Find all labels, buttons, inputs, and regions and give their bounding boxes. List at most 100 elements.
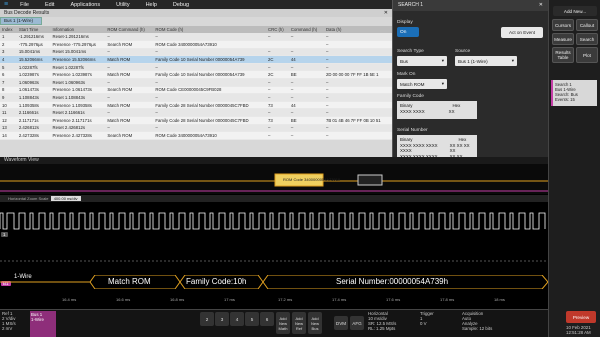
table-cell: – <box>323 101 392 110</box>
table-cell: – <box>288 86 324 95</box>
ch4-button[interactable]: 4 <box>230 312 244 326</box>
table-cell: – <box>265 93 289 102</box>
table-row[interactable]: 9 1.108843s Reset 1.108843s – – – – – <box>0 93 392 102</box>
table-cell: 1.108843s <box>16 93 51 102</box>
mark-on-select[interactable]: Match ROM ▾ <box>397 79 447 89</box>
table-row[interactable]: 7 1.060963s Reset 1.060963s – – – – – <box>0 78 392 87</box>
menu-debug[interactable]: Debug <box>165 2 197 8</box>
table-cell: – <box>288 48 324 57</box>
table-row[interactable]: 14 2.427328s Presence 2.427328s Search ROM R… <box>0 131 392 140</box>
col-header[interactable]: ROM Code (h) <box>153 26 266 33</box>
table-cell: 1.060963s <box>16 78 51 87</box>
bus-decode-results: Bus Decode Results ✕ Bus 1 (1-Wire) Index… <box>0 9 392 157</box>
ch3-button[interactable]: 3 <box>215 312 229 326</box>
add-math-button[interactable]: Add New Math <box>276 312 290 334</box>
menu-utility[interactable]: Utility <box>108 2 137 8</box>
bus-seg-text-2: Family Code:10h <box>186 277 247 286</box>
add-ref-button[interactable]: Add New Ref <box>292 312 306 334</box>
source-select[interactable]: Bus 1 (1-Wire) ▾ <box>455 56 517 66</box>
table-cell: – <box>105 63 154 72</box>
mark-on-label: Mark On <box>397 72 416 77</box>
acquisition-badge[interactable]: Acquisition Auto Analyze Sample: 12 bits <box>462 311 492 331</box>
col-header[interactable]: Index <box>0 26 17 33</box>
chevron-down-icon: ▾ <box>511 58 514 63</box>
menu-applications[interactable]: Applications <box>62 2 108 8</box>
preview-button[interactable]: Preview <box>566 311 596 323</box>
overview-pane[interactable]: ROM Code 3400000054A73910 <box>0 164 548 194</box>
decode-close-icon[interactable]: ✕ <box>384 9 388 17</box>
table-cell: – <box>265 131 289 140</box>
table-row[interactable]: 13 2.426812s Reset 2.426812s – – – – – <box>0 124 392 133</box>
table-cell: – <box>105 124 154 133</box>
table-cell: – <box>153 78 266 87</box>
plot-button[interactable]: Plot <box>576 47 598 63</box>
family-code-label: Family Code <box>397 94 424 99</box>
table-cell: – <box>288 78 324 87</box>
menu-edit[interactable]: Edit <box>37 2 62 8</box>
panel-close-icon[interactable]: ✕ <box>539 0 543 11</box>
table-cell: – <box>153 108 266 118</box>
source-label: Source <box>455 49 471 54</box>
table-cell: 3 <box>0 48 17 57</box>
col-header[interactable]: Data (h) <box>323 26 392 33</box>
display-toggle[interactable]: On <box>397 27 419 37</box>
menu-help[interactable]: Help <box>138 2 165 8</box>
search-button[interactable]: Search <box>576 33 598 45</box>
table-cell: – <box>288 124 324 133</box>
decode-bus-tab[interactable]: Bus 1 (1-Wire) <box>0 17 42 25</box>
time-axis: 16.4 ms 16.6 ms 16.8 ms 17 ms 17.2 ms 17.4 ms… <box>0 296 556 307</box>
afg-button[interactable]: AFG <box>350 316 364 330</box>
ch6-button[interactable]: 6 <box>260 312 274 326</box>
table-cell: 15.0041ms <box>16 48 51 57</box>
col-header[interactable]: ROM Command (h) <box>105 26 154 33</box>
table-row[interactable]: 6 1.023987s Presence 1.023987s Match ROM Fam… <box>0 70 392 80</box>
act-on-event-button[interactable]: Act on Event <box>501 27 543 38</box>
col-header[interactable]: Information <box>50 26 106 33</box>
table-row[interactable]: 2 -775.2976µs Presence -775.2976µs Search R… <box>0 40 392 49</box>
table-cell: – <box>105 33 154 42</box>
table-row[interactable]: 12 2.117171s Presence 2.117171s Match ROM Fa… <box>0 116 392 125</box>
table-row[interactable]: 11 2.116661s Reset 2.116661s – – – – – <box>0 108 392 118</box>
table-row[interactable]: 8 1.061473s Presence 1.061473s Search ROM RO… <box>0 86 392 95</box>
col-header[interactable]: CRC (h) <box>265 26 289 33</box>
table-cell: – <box>105 48 154 57</box>
horizontal-badge[interactable]: Horizontal 10 ms/div SR: 12.5 MS/s RL: 1.25… <box>368 311 396 331</box>
table-row[interactable]: 4 15.52066ms Presence 15.52066ms Match ROM F… <box>0 55 392 64</box>
table-cell: 6 <box>0 70 17 80</box>
table-row[interactable]: 10 1.109358s Presence 1.109358s Match ROM Fa… <box>0 101 392 110</box>
table-cell: Presence 2.117171s <box>50 116 106 125</box>
results-table-button[interactable]: Results Table <box>552 47 574 63</box>
table-cell: Reset-1.291216ms <box>50 33 106 42</box>
table-cell: 1.023987s <box>16 70 51 80</box>
bus-seg-text-1: Match ROM <box>108 277 151 286</box>
table-cell: – <box>265 86 289 95</box>
zoom-bar[interactable]: Horizontal Zoom Scale 400.00 ns/div <box>0 195 548 202</box>
table-cell: 2.116661s <box>16 108 51 118</box>
callout-button[interactable]: Callout <box>576 19 598 31</box>
search-type-select[interactable]: Bus ▾ <box>397 56 447 66</box>
axis-tick-label: 17 ms <box>224 297 235 302</box>
menu-file[interactable]: File <box>12 2 37 8</box>
table-cell: 2 <box>0 40 17 49</box>
table-cell: – <box>105 78 154 87</box>
ref-badge[interactable]: Ref 12 V/div 1 MS/s 2 mV <box>2 311 16 331</box>
tek-logo-icon[interactable]: ≡ <box>0 1 12 8</box>
cursors-button[interactable]: Cursors <box>552 19 574 31</box>
ch2-button[interactable]: 2 <box>200 312 214 326</box>
family-code-box[interactable]: Binary Hex XXXX XXXX XX <box>397 101 477 119</box>
col-header[interactable]: Command (h) <box>288 26 324 33</box>
dvm-button[interactable]: DVM <box>334 316 348 330</box>
table-row[interactable]: 5 1.02287fs Reset 1.02287fs – – – – – <box>0 63 392 72</box>
add-bus-button[interactable]: Add New Bus <box>308 312 322 334</box>
search-badge[interactable]: Search 1 Bus 1-Wire Search: Bus Events: … <box>551 80 597 106</box>
table-row[interactable]: 1 -1.291216ms Reset-1.291216ms – – – – – <box>0 33 392 42</box>
table-row[interactable]: 3 15.0041ms Reset 15.0041ms – – – – – <box>0 48 392 57</box>
table-cell: Reset 2.116661s <box>50 108 106 118</box>
measure-button[interactable]: Measure <box>552 33 574 45</box>
ch5-button[interactable]: 5 <box>245 312 259 326</box>
ch1-marker[interactable]: 1 <box>1 232 8 237</box>
table-cell: – <box>153 93 266 102</box>
col-header[interactable]: Start Time <box>16 26 51 33</box>
trigger-badge[interactable]: Trigger 1 0 V <box>420 311 434 326</box>
bus1-badge[interactable]: Bus 1 1-Wire <box>30 311 56 337</box>
